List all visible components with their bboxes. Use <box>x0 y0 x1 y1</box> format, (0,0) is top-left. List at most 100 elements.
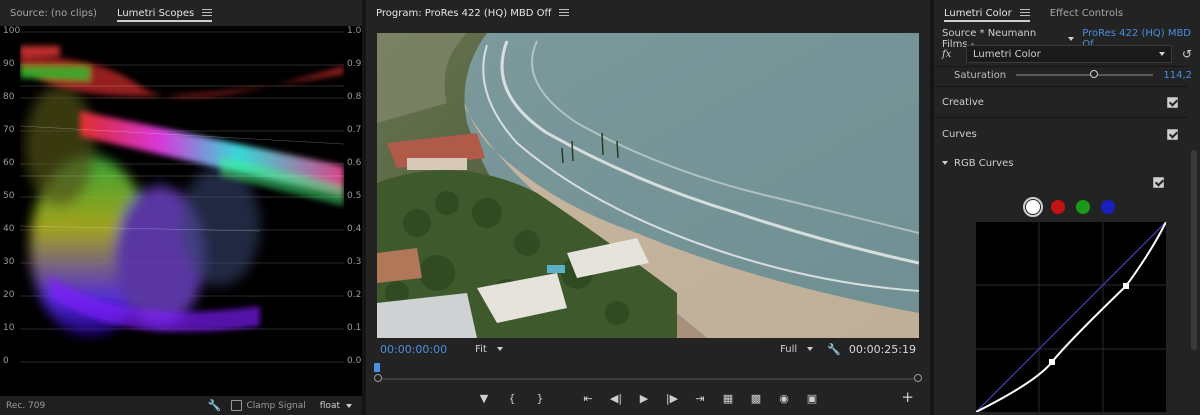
precision-select[interactable]: float <box>316 401 356 411</box>
step-back-icon[interactable]: ◀| <box>607 389 625 407</box>
effect-row: fx Lumetri Color ↺ <box>934 44 1200 64</box>
step-forward-icon[interactable]: |▶ <box>663 389 681 407</box>
rgb-curves-label: RGB Curves <box>954 157 1014 169</box>
add-button[interactable]: + <box>901 388 914 406</box>
saturation-track <box>1016 74 1154 76</box>
saturation-thumb[interactable] <box>1090 70 1099 78</box>
current-timecode[interactable]: 00:00:00:00 <box>380 343 447 356</box>
scale-tick-label: 0.9 <box>347 59 362 69</box>
curve-point[interactable] <box>1049 359 1055 365</box>
scale-tick-label: 0.7 <box>347 125 362 135</box>
play-icon[interactable]: ▶ <box>635 389 653 407</box>
tab-source-label: Source: (no clips) <box>10 7 97 19</box>
curve-channel-dot[interactable] <box>1101 200 1115 214</box>
scale-tick-label: 0.5 <box>347 191 362 201</box>
tab-lumetri-color-label: Lumetri Color <box>944 7 1012 19</box>
precision-value: float <box>319 400 340 411</box>
curve-channel-dot[interactable] <box>1076 200 1090 214</box>
zoom-select[interactable]: Fit <box>469 343 509 356</box>
scale-tick-label: 0.3 <box>347 257 362 267</box>
program-video-frame[interactable] <box>377 33 919 338</box>
resolution-select[interactable]: Full <box>774 343 819 356</box>
lumetri-scrollbar[interactable] <box>1191 150 1197 350</box>
curve-channel-dot[interactable] <box>1023 197 1043 217</box>
extract-icon[interactable]: ▩ <box>747 389 765 407</box>
in-point-icon[interactable]: { <box>503 389 521 407</box>
go-to-in-icon[interactable]: ⇤ <box>579 389 597 407</box>
rgb-curves-checkbox[interactable] <box>1153 177 1164 188</box>
tab-lumetri-color[interactable]: Lumetri Color <box>934 0 1040 26</box>
scale-tick-label: 0.2 <box>347 290 362 300</box>
scrub-rail <box>378 378 918 380</box>
duration-timecode: 00:00:25:19 <box>848 342 916 356</box>
scrub-start-handle[interactable] <box>374 374 382 382</box>
rgb-curves-header[interactable]: RGB Curves <box>934 152 1200 174</box>
section-creative-label: Creative <box>942 96 984 108</box>
separator <box>934 117 1188 118</box>
scale-tick-label: 70 <box>3 125 15 135</box>
out-point-icon[interactable]: } <box>531 389 549 407</box>
reset-icon[interactable]: ↺ <box>1182 47 1192 61</box>
effect-select[interactable]: Lumetri Color <box>966 45 1172 63</box>
fx-label[interactable]: fx <box>942 49 960 60</box>
panel-menu-icon[interactable] <box>202 9 213 17</box>
scopes-panel: Source: (no clips) Lumetri Scopes 100 90 8… <box>0 0 362 415</box>
program-timebar: 00:00:00:00 Fit Full 🔧 00:00:25:19 <box>366 338 930 360</box>
transport-controls: ▼ { } ⇤ ◀| ▶ |▶ ⇥ ▦ ▩ ◉ ▣ <box>366 388 930 408</box>
rgb-curve-graph[interactable] <box>976 222 1166 412</box>
curves-checkbox[interactable] <box>1167 128 1178 140</box>
scale-tick-label: 40 <box>3 224 15 234</box>
resolution-value: Full <box>780 343 798 355</box>
go-to-out-icon[interactable]: ⇥ <box>691 389 709 407</box>
curve-baseline <box>976 222 1166 412</box>
clamp-signal-checkbox[interactable] <box>231 400 243 411</box>
section-curves-label: Curves <box>942 128 977 140</box>
active-tab-underline <box>116 20 213 22</box>
playhead-marker[interactable] <box>374 363 380 372</box>
scopes-footer: Rec. 709 🔧 Clamp Signal float <box>0 396 362 415</box>
marker-icon[interactable]: ▼ <box>475 389 493 407</box>
chevron-down-icon <box>346 403 352 408</box>
panel-menu-icon[interactable] <box>559 9 570 17</box>
program-monitor-panel: Program: ProRes 422 (HQ) MBD Off 00:00:0… <box>366 0 930 415</box>
saturation-value[interactable]: 114,2 <box>1163 70 1192 81</box>
active-tab-underline <box>944 20 1030 22</box>
chevron-down-icon <box>942 161 948 165</box>
lumetri-tabbar: Lumetri Color Effect Controls <box>934 0 1200 26</box>
tab-lumetri-scopes-label: Lumetri Scopes <box>116 7 195 19</box>
compare-icon[interactable]: ▣ <box>803 389 821 407</box>
scale-tick-label: 1.0 <box>347 26 362 36</box>
lumetri-color-panel: Lumetri Color Effect Controls Source * N… <box>934 0 1200 415</box>
chevron-down-icon <box>496 347 503 351</box>
export-frame-icon[interactable]: ◉ <box>775 389 793 407</box>
scale-tick-label: 30 <box>3 257 15 267</box>
tab-effect-controls[interactable]: Effect Controls <box>1040 0 1133 26</box>
lift-icon[interactable]: ▦ <box>719 389 737 407</box>
timeline-scrubber[interactable] <box>374 374 922 384</box>
tab-lumetri-scopes[interactable]: Lumetri Scopes <box>107 0 222 26</box>
clamp-signal-label: Clamp Signal <box>246 400 306 411</box>
scrub-end-handle[interactable] <box>914 374 922 382</box>
section-creative[interactable]: Creative <box>934 88 1200 116</box>
saturation-slider[interactable] <box>1016 68 1154 82</box>
curve-channel-selector <box>1023 197 1115 217</box>
creative-checkbox[interactable] <box>1167 96 1178 108</box>
wrench-icon[interactable]: 🔧 <box>208 399 222 412</box>
chevron-down-icon[interactable] <box>1068 37 1075 41</box>
curve-point[interactable] <box>1123 283 1129 289</box>
settings-wrench-icon[interactable]: 🔧 <box>827 343 841 356</box>
scale-tick-label: 90 <box>3 59 15 69</box>
scale-tick-label: 100 <box>3 26 21 36</box>
program-title: Program: ProRes 422 (HQ) MBD Off <box>376 7 552 19</box>
scale-tick-label: 0.6 <box>347 158 362 168</box>
separator <box>934 86 1188 87</box>
section-curves[interactable]: Curves <box>934 120 1200 148</box>
panel-menu-icon[interactable] <box>1019 9 1030 17</box>
zoom-value: Fit <box>475 343 487 355</box>
tab-program[interactable]: Program: ProRes 422 (HQ) MBD Off <box>366 0 579 26</box>
curve-channel-dot[interactable] <box>1051 200 1065 214</box>
saturation-label: Saturation <box>954 69 1007 81</box>
chevron-down-icon <box>807 347 814 351</box>
scopes-tabbar: Source: (no clips) Lumetri Scopes <box>0 0 362 26</box>
tab-source[interactable]: Source: (no clips) <box>0 0 107 26</box>
